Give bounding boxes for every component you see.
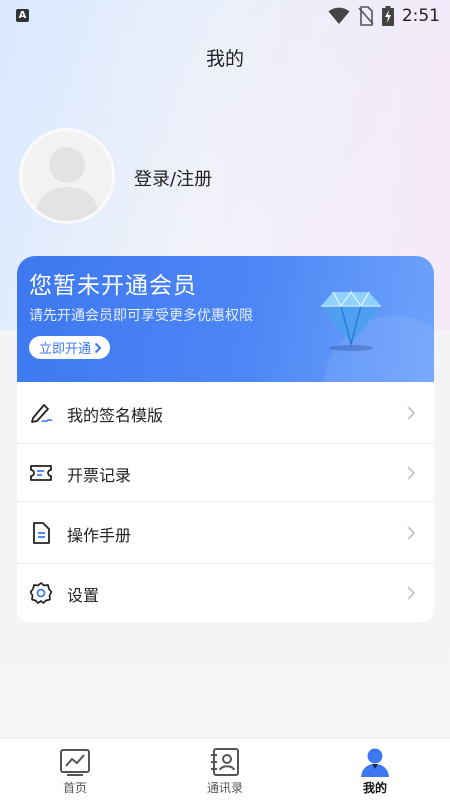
tab-label: 通讯录 [206,781,243,795]
status-bar: A 2:51 [0,0,450,32]
menu-item-label: 开票记录 [67,466,132,485]
tab-mine[interactable]: 我的 [300,739,450,800]
chart-icon [60,749,90,776]
menu-item-invoice-records[interactable]: 开票记录 [17,444,434,502]
login-register-link[interactable]: 登录/注册 [134,165,212,191]
tab-label: 我的 [362,781,387,795]
tab-contacts[interactable]: 通讯录 [150,739,300,800]
vip-subtitle: 请先开通会员即可享受更多优惠权限 [29,308,253,324]
menu-list: 我的签名模版 开票记录 操作手册 设置 [17,382,434,622]
vip-title: 您暂未开通会员 [29,273,197,299]
chevron-right-icon [407,526,416,540]
ticket-icon [30,465,52,481]
menu-item-settings[interactable]: 设置 [17,564,434,622]
person-icon [361,748,389,777]
menu-item-label: 操作手册 [67,526,132,545]
menu-item-signature-templates[interactable]: 我的签名模版 [17,382,434,444]
gear-icon [29,582,53,604]
clock: 2:51 [401,6,440,26]
chevron-right-icon [407,466,416,480]
battery-charging-icon [381,6,394,26]
open-membership-button[interactable]: 立即开通 [29,336,111,359]
page-title: 我的 [205,48,244,70]
wifi-icon [328,7,350,24]
default-avatar-icon [34,147,100,221]
tab-home[interactable]: 首页 [0,739,150,800]
chevron-right-icon [407,586,416,600]
app-notification-icon: A [16,9,29,22]
menu-item-label: 我的签名模版 [67,406,164,425]
menu-item-label: 设置 [67,586,100,605]
open-membership-label: 立即开通 [39,342,92,357]
bottom-navigation: 首页 通讯录 我的 [0,738,450,800]
signature-pen-icon [31,404,53,423]
chevron-right-icon [407,406,416,420]
no-sim-icon [358,6,374,26]
contacts-icon [211,748,239,776]
chevron-right-icon [94,342,102,353]
avatar[interactable] [19,128,115,224]
diamond-icon [321,290,381,351]
vip-card: 您暂未开通会员 请先开通会员即可享受更多优惠权限 立即开通 [17,256,434,382]
tab-label: 首页 [62,781,87,795]
menu-item-user-manual[interactable]: 操作手册 [17,502,434,564]
document-icon [33,522,50,544]
